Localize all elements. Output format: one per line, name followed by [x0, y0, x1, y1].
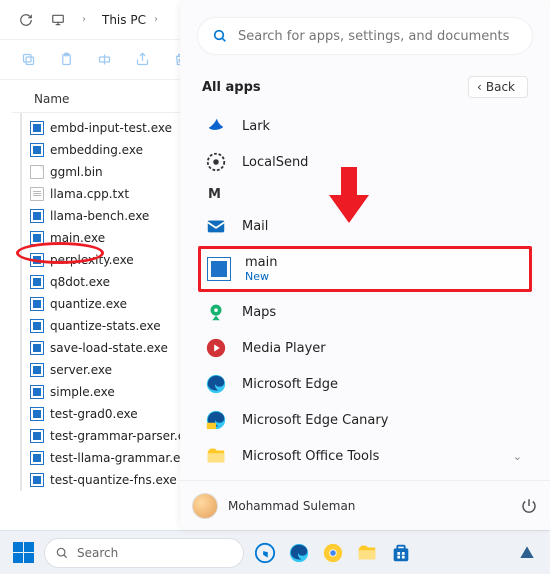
exe-file-icon [30, 319, 44, 333]
txt-file-icon [30, 187, 44, 201]
file-name: main.exe [50, 231, 105, 245]
file-name: save-load-state.exe [50, 341, 168, 355]
exe-file-icon [30, 275, 44, 289]
file-name: test-quantize-fns.exe [50, 473, 177, 487]
exe-file-icon [30, 209, 44, 223]
file-name: simple.exe [50, 385, 115, 399]
all-apps-header: All apps ‹Back [202, 76, 528, 98]
user-avatar[interactable] [192, 493, 218, 519]
app-label: Media Player [242, 341, 326, 356]
app-label: LocalSend [242, 155, 308, 170]
file-name: test-grad0.exe [50, 407, 138, 421]
exe-file-icon [30, 143, 44, 157]
app-label: Microsoft Edge Canary [242, 413, 388, 428]
edge-icon [204, 372, 228, 396]
exe-file-icon [30, 253, 44, 267]
app-label: Maps [242, 305, 276, 320]
paste-icon[interactable] [59, 52, 75, 68]
breadcrumb[interactable]: This PC › [102, 13, 158, 27]
app-item[interactable]: Microsoft Edge Canary [198, 402, 532, 438]
exe-file-icon [30, 231, 44, 245]
start-footer: Mohammad Suleman [180, 480, 550, 530]
app-sublabel: New [245, 270, 277, 283]
file-name: quantize.exe [50, 297, 127, 311]
taskbar-bing-icon[interactable] [252, 540, 278, 566]
file-name: embedding.exe [50, 143, 143, 157]
share-icon[interactable] [135, 52, 151, 68]
app-label: Lark [242, 119, 270, 134]
annotation-arrow [329, 167, 369, 223]
app-item[interactable]: Microsoft Office Tools ⌄ [198, 438, 532, 474]
taskbar-search[interactable]: Search [44, 538, 244, 568]
exe-file-icon [30, 451, 44, 465]
office-icon [204, 444, 228, 468]
exe-file-icon [30, 473, 44, 487]
search-icon [55, 546, 69, 560]
power-icon[interactable] [520, 497, 538, 515]
file-name: quantize-stats.exe [50, 319, 161, 333]
app-label: Microsoft Edge [242, 377, 338, 392]
file-name: test-llama-grammar.exe [50, 451, 194, 465]
exe-file-icon [30, 297, 44, 311]
app-label: Mail [242, 219, 268, 234]
file-name: embd-input-test.exe [50, 121, 172, 135]
taskbar: Search [0, 530, 550, 574]
app-label: main [245, 255, 277, 271]
app-item[interactable]: Maps [198, 294, 532, 330]
exe-file-icon [30, 363, 44, 377]
taskbar-store-icon[interactable] [388, 540, 414, 566]
breadcrumb-item[interactable]: This PC [102, 13, 146, 27]
exe-file-icon [30, 407, 44, 421]
exe-file-icon [30, 121, 44, 135]
exe-file-icon [30, 385, 44, 399]
file-name: llama-bench.exe [50, 209, 149, 223]
app-item[interactable]: Microsoft Edge [198, 366, 532, 402]
mail-icon [204, 214, 228, 238]
app-label: Microsoft Office Tools [242, 449, 379, 464]
app-item[interactable]: Media Player [198, 330, 532, 366]
maps-icon [204, 300, 228, 324]
app-item[interactable]: Lark [198, 108, 532, 144]
mediaplayer-icon [204, 336, 228, 360]
taskbar-explorer-icon[interactable] [354, 540, 380, 566]
file-name: q8dot.exe [50, 275, 110, 289]
back-button[interactable]: ‹Back [468, 76, 528, 98]
file-name: perplexity.exe [50, 253, 134, 267]
chevron-left-icon: ‹ [477, 80, 482, 94]
all-apps-title: All apps [202, 80, 261, 95]
refresh-icon[interactable] [18, 12, 34, 28]
user-name[interactable]: Mohammad Suleman [228, 499, 355, 513]
file-name: ggml.bin [50, 165, 103, 179]
start-search-input[interactable] [238, 29, 518, 44]
monitor-icon[interactable] [50, 12, 66, 28]
rename-icon[interactable] [97, 52, 113, 68]
start-menu: All apps ‹Back LarkLocalSendMMailmainNew… [180, 0, 550, 530]
chevron-right-icon: › [82, 14, 86, 25]
edgecanary-icon [204, 408, 228, 432]
exe-file-icon [30, 429, 44, 443]
start-search-box[interactable] [198, 18, 532, 54]
start-button[interactable] [10, 540, 36, 566]
file-name: test-grammar-parser.exe [50, 429, 199, 443]
file-name: server.exe [50, 363, 112, 377]
chevron-down-icon: ⌄ [513, 450, 522, 463]
taskbar-tray-icon[interactable] [514, 540, 540, 566]
taskbar-chrome-icon[interactable] [320, 540, 346, 566]
taskbar-edge-icon[interactable] [286, 540, 312, 566]
highlighted-app: mainNew [198, 246, 532, 292]
localsend-icon [204, 150, 228, 174]
chevron-right-icon: › [154, 14, 158, 25]
file-name: llama.cpp.txt [50, 187, 129, 201]
copy-icon[interactable] [21, 52, 37, 68]
windows-logo-icon [13, 542, 34, 563]
exe-icon [207, 257, 231, 281]
lark-icon [204, 114, 228, 138]
search-icon [212, 28, 228, 44]
bin-file-icon [30, 165, 44, 179]
app-list: LarkLocalSendMMailmainNewMapsMedia Playe… [198, 108, 532, 480]
exe-file-icon [30, 341, 44, 355]
app-item[interactable]: mainNew [201, 249, 529, 289]
